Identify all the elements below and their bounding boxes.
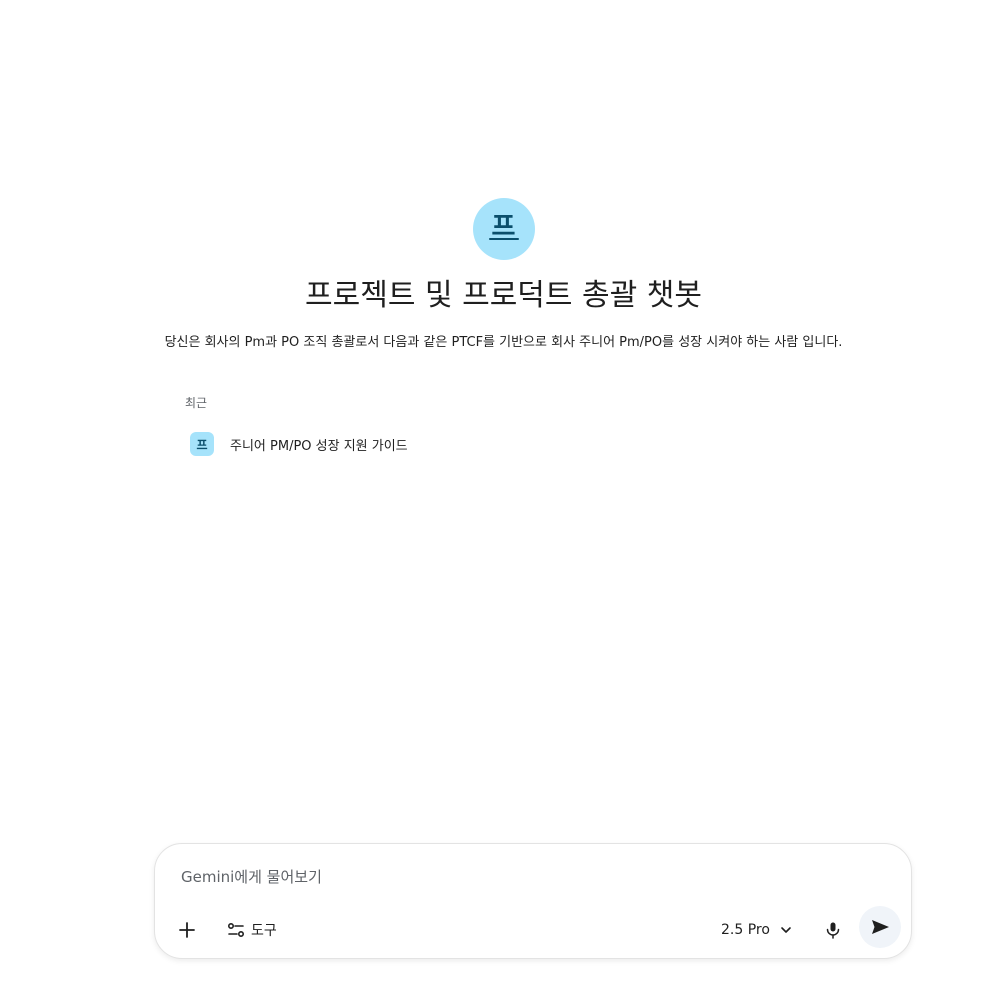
gem-chat-page: 프 프로젝트 및 프로덕트 총괄 챗봇 당신은 회사의 Pm과 PO 조직 총괄…	[0, 0, 1007, 985]
mic-icon	[824, 921, 842, 939]
send-icon	[870, 917, 890, 937]
prompt-composer: 도구 2.5 Pro	[154, 843, 912, 959]
gem-avatar-letter: 프	[491, 212, 516, 242]
gem-title: 프로젝트 및 프로덕트 총괄 챗봇	[305, 278, 702, 313]
tools-label: 도구	[251, 923, 277, 939]
prompt-input[interactable]	[179, 864, 883, 890]
send-button[interactable]	[859, 906, 901, 948]
tune-icon	[227, 921, 245, 939]
recent-section: 최근 프 주니어 PM/PO 성장 지원 가이드	[185, 394, 825, 456]
plus-icon	[178, 921, 196, 939]
gem-description: 당신은 회사의 Pm과 PO 조직 총괄로서 다음과 같은 PTCF를 기반으로…	[164, 335, 843, 350]
recent-chat-avatar: 프	[190, 432, 214, 456]
recent-chat-title: 주니어 PM/PO 성장 지원 가이드	[230, 438, 408, 454]
model-label: 2.5 Pro	[721, 922, 770, 938]
gem-header: 프 프로젝트 및 프로덕트 총괄 챗봇 당신은 회사의 Pm과 PO 조직 총괄…	[0, 198, 1007, 353]
recent-label: 최근	[185, 396, 208, 410]
microphone-button[interactable]	[815, 912, 851, 948]
model-selector[interactable]: 2.5 Pro	[713, 914, 800, 946]
gem-avatar-underline	[488, 238, 519, 240]
add-attachment-button[interactable]	[171, 914, 203, 946]
chevron-down-icon	[780, 924, 792, 936]
tools-button[interactable]: 도구	[217, 914, 287, 946]
gem-avatar: 프	[472, 198, 535, 260]
recent-chat-item[interactable]: 프 주니어 PM/PO 성장 지원 가이드	[190, 432, 825, 456]
